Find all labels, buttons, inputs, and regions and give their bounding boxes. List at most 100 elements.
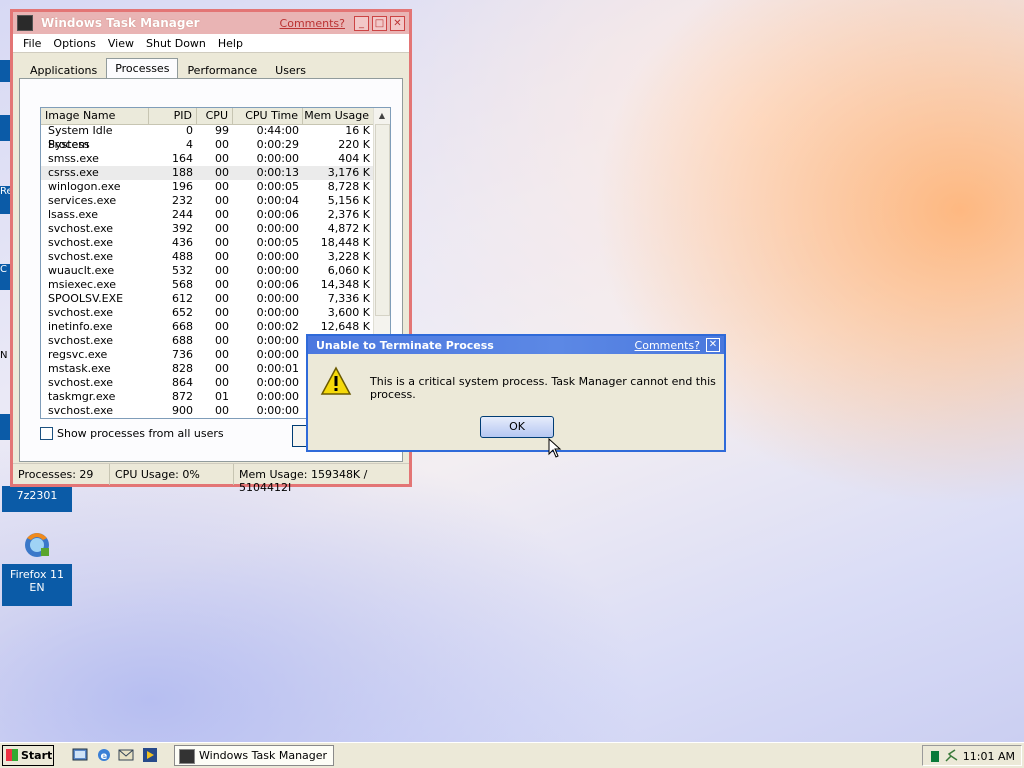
status-mem: Mem Usage: 159348K / 5104412I: [239, 468, 368, 494]
task-manager-titlebar[interactable]: Windows Task Manager Comments? _ □ ✕: [13, 12, 409, 34]
desktop-icon-partial-2[interactable]: [0, 414, 10, 440]
menu-shut-down[interactable]: Shut Down: [140, 37, 212, 50]
process-pid: 532: [172, 264, 193, 277]
tab-applications[interactable]: Applications: [21, 60, 106, 80]
process-name: svchost.exe: [48, 404, 114, 417]
process-name: mstask.exe: [48, 362, 111, 375]
desktop-icon-partial-c[interactable]: C: [0, 264, 10, 290]
tab-users[interactable]: Users: [266, 60, 315, 80]
table-row[interactable]: inetinfo.exe 668 00 0:00:02 12,648 K: [41, 320, 374, 334]
scroll-thumb[interactable]: [375, 124, 390, 316]
process-cpu: 00: [215, 376, 229, 389]
process-cpu-time: 0:00:00: [256, 404, 299, 417]
process-cpu-time: 0:00:05: [256, 180, 299, 193]
process-name: svchost.exe: [48, 250, 114, 263]
process-cpu: 00: [215, 208, 229, 221]
process-cpu-time: 0:00:06: [256, 208, 299, 221]
process-cpu-time: 0:00:06: [256, 278, 299, 291]
outlook-express-icon[interactable]: [118, 747, 134, 763]
column-cpu[interactable]: CPU: [197, 108, 233, 124]
process-cpu: 00: [215, 264, 229, 277]
dialog-close-button[interactable]: ✕: [706, 338, 720, 352]
strip-label-c: C: [0, 264, 7, 275]
process-pid: 488: [172, 250, 193, 263]
close-button[interactable]: ✕: [390, 15, 405, 31]
dialog-comments-link[interactable]: Comments?: [635, 339, 700, 352]
taskbar-item-task-manager[interactable]: Windows Task Manager: [174, 745, 334, 766]
column-pid[interactable]: PID: [149, 108, 197, 124]
process-cpu: 00: [215, 278, 229, 291]
tab-performance[interactable]: Performance: [178, 60, 266, 80]
table-row[interactable]: svchost.exe 652 00 0:00:00 3,600 K: [41, 306, 374, 320]
process-pid: 436: [172, 236, 193, 249]
process-name: System Idle Process: [48, 124, 113, 151]
system-tray: 11:01 AM: [922, 745, 1022, 766]
table-row[interactable]: svchost.exe 488 00 0:00:00 3,228 K: [41, 250, 374, 264]
tray-status-icon[interactable]: [931, 751, 939, 762]
internet-explorer-icon[interactable]: e: [96, 747, 112, 763]
table-row[interactable]: msiexec.exe 568 00 0:00:06 14,348 K: [41, 278, 374, 292]
terminate-error-dialog: Unable to Terminate Process Comments? ✕ …: [306, 334, 726, 458]
process-pid: 872: [172, 390, 193, 403]
table-row[interactable]: System Idle Process 0 99 0:44:00 16 K: [41, 124, 374, 151]
process-cpu: 00: [215, 292, 229, 305]
menu-view[interactable]: View: [102, 37, 140, 50]
column-mem-usage[interactable]: Mem Usage: [303, 108, 374, 124]
process-pid: 652: [172, 306, 193, 319]
mouse-cursor-icon: [548, 438, 562, 458]
table-row[interactable]: wuauclt.exe 532 00 0:00:00 6,060 K: [41, 264, 374, 278]
checkbox-box[interactable]: [40, 427, 53, 440]
column-image-name[interactable]: Image Name: [41, 108, 149, 124]
process-mem-usage: 220 K: [338, 138, 370, 151]
minimize-button[interactable]: _: [354, 15, 369, 31]
tab-processes[interactable]: Processes: [106, 58, 179, 78]
table-row[interactable]: svchost.exe 436 00 0:00:05 18,448 K: [41, 236, 374, 250]
network-icon[interactable]: [945, 749, 959, 763]
process-mem-usage: 16 K: [345, 124, 370, 137]
desktop-icon-7z2301[interactable]: 7z2301: [2, 486, 72, 512]
process-name: msiexec.exe: [48, 278, 117, 291]
desktop-icon-partial-re-label[interactable]: Re: [0, 186, 10, 214]
process-cpu: 00: [215, 320, 229, 333]
warning-icon: [320, 366, 352, 395]
dialog-titlebar[interactable]: Unable to Terminate Process Comments? ✕: [308, 336, 724, 354]
table-row[interactable]: smss.exe 164 00 0:00:00 404 K: [41, 152, 374, 166]
process-cpu: 00: [215, 404, 229, 417]
process-cpu: 00: [215, 306, 229, 319]
desktop-icon-firefox[interactable]: Firefox 11 EN: [2, 528, 72, 606]
column-cpu-time[interactable]: CPU Time: [233, 108, 303, 124]
process-cpu-time: 0:00:04: [256, 194, 299, 207]
table-row[interactable]: lsass.exe 244 00 0:00:06 2,376 K: [41, 208, 374, 222]
process-cpu-time: 0:44:00: [256, 124, 299, 137]
scroll-up-arrow-icon[interactable]: ▲: [374, 108, 390, 124]
table-row[interactable]: svchost.exe 392 00 0:00:00 4,872 K: [41, 222, 374, 236]
table-row[interactable]: SPOOLSV.EXE 612 00 0:00:00 7,336 K: [41, 292, 374, 306]
process-name: csrss.exe: [48, 166, 99, 179]
menu-bar: File Options View Shut Down Help: [13, 34, 409, 53]
desktop-icon-label: 7z2301: [2, 486, 72, 512]
desktop-icon-partial-re[interactable]: [0, 60, 10, 82]
process-pid: 688: [172, 334, 193, 347]
menu-file[interactable]: File: [17, 37, 47, 50]
show-all-users-checkbox[interactable]: Show processes from all users: [40, 427, 224, 440]
comments-link[interactable]: Comments?: [280, 17, 345, 30]
ok-button[interactable]: OK: [480, 416, 554, 438]
table-row[interactable]: services.exe 232 00 0:00:04 5,156 K: [41, 194, 374, 208]
table-row[interactable]: csrss.exe 188 00 0:00:13 3,176 K: [41, 166, 374, 180]
desktop-icon-partial-1[interactable]: [0, 115, 10, 141]
media-player-icon[interactable]: [142, 747, 158, 763]
process-cpu-time: 0:00:00: [256, 390, 299, 403]
start-button[interactable]: Start: [2, 745, 54, 766]
show-desktop-icon[interactable]: [72, 747, 88, 763]
menu-options[interactable]: Options: [47, 37, 101, 50]
process-list-header: Image Name PID CPU CPU Time Mem Usage: [41, 108, 390, 125]
process-cpu-time: 0:00:02: [256, 320, 299, 333]
table-row[interactable]: winlogon.exe 196 00 0:00:05 8,728 K: [41, 180, 374, 194]
table-row[interactable]: System 4 00 0:00:29 220 K: [41, 138, 374, 152]
desktop-icon-partial-n[interactable]: N: [0, 350, 10, 366]
strip-label-re: Re: [0, 186, 10, 197]
maximize-button[interactable]: □: [372, 15, 387, 31]
menu-help[interactable]: Help: [212, 37, 249, 50]
process-name: System: [48, 138, 90, 151]
process-cpu-time: 0:00:05: [256, 236, 299, 249]
